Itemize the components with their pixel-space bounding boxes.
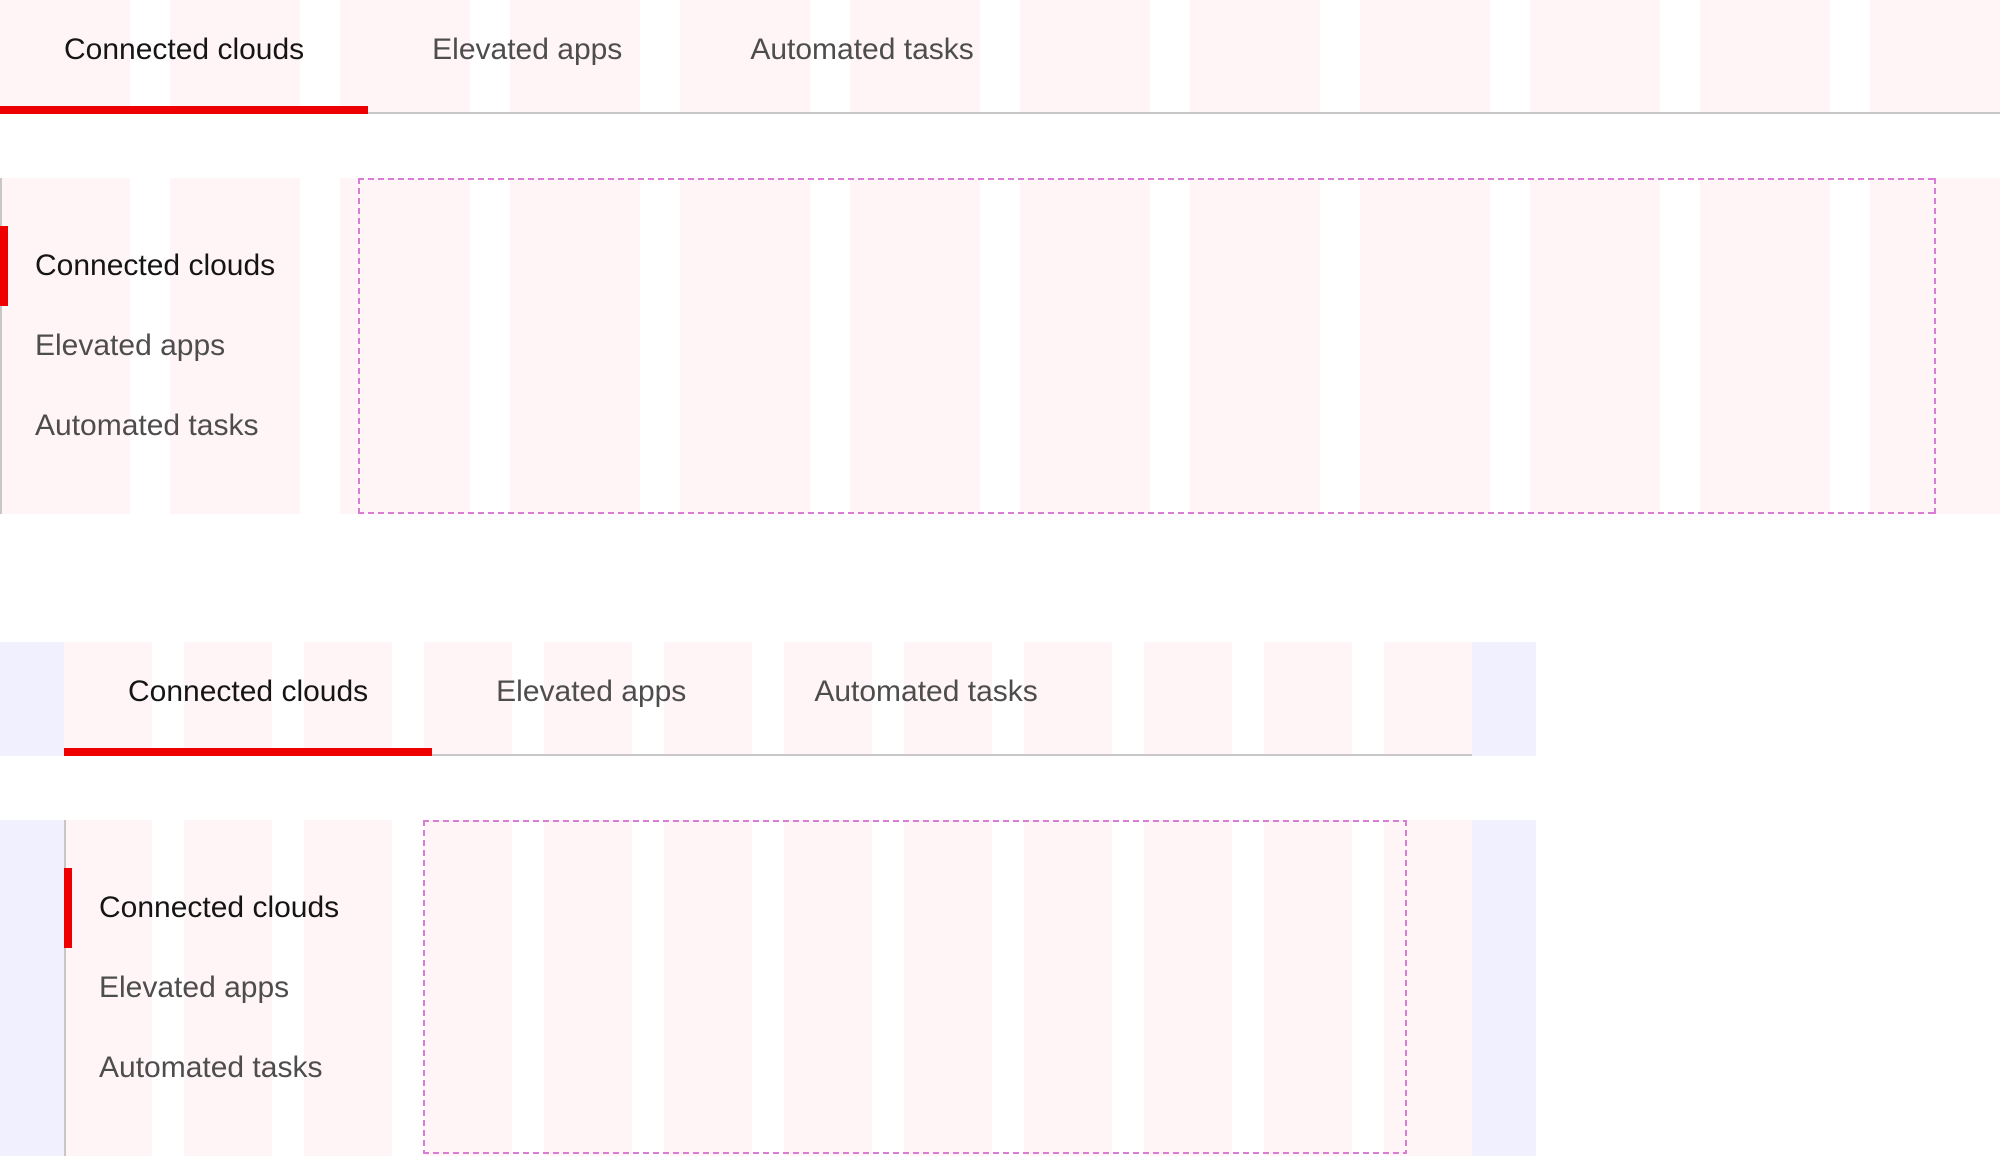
tab-label: Automated tasks [750,33,974,66]
vertical-tabs: Connected clouds Elevated apps Automated… [64,820,364,1156]
panel-outline-top [358,178,1936,180]
tab-label: Connected clouds [35,249,276,282]
active-tab-indicator [64,748,433,756]
vertical-tabs: Connected clouds Elevated apps Automated… [0,178,300,514]
tab-automated-tasks[interactable]: Automated tasks [750,642,1101,756]
vertical-tab-automated-tasks[interactable]: Automated tasks [2,386,300,466]
panel-outline-right [1405,820,1407,1154]
tab-label: Connected clouds [99,891,340,924]
page-margin-left [0,820,64,1156]
tab-elevated-apps[interactable]: Elevated apps [432,642,750,756]
page-margin-right [1472,642,1536,756]
tab-label: Elevated apps [432,33,623,66]
tab-label: Automated tasks [814,675,1038,708]
panel-outline-right [1934,178,1936,514]
tab-panel-placeholder [423,820,1407,1154]
tab-connected-clouds[interactable]: Connected clouds [64,642,433,756]
tab-automated-tasks[interactable]: Automated tasks [686,0,1037,114]
tab-panel-placeholder [358,178,1936,514]
panel-outline-left [358,178,360,514]
tab-elevated-apps[interactable]: Elevated apps [368,0,686,114]
tab-connected-clouds[interactable]: Connected clouds [0,0,369,114]
panel-outline-top [423,820,1407,822]
vertical-tab-connected-clouds[interactable]: Connected clouds [0,226,300,306]
vertical-tab-elevated-apps[interactable]: Elevated apps [66,948,364,1028]
vertical-tab-automated-tasks[interactable]: Automated tasks [66,1028,364,1108]
horizontal-tabs: Connected clouds Elevated apps Automated… [0,0,2000,114]
vertical-tab-elevated-apps[interactable]: Elevated apps [2,306,300,386]
tab-label: Connected clouds [64,33,305,66]
tab-label: Elevated apps [35,329,226,362]
panel-outline-left [423,820,425,1154]
active-tab-indicator [0,226,8,306]
active-tab-indicator [64,868,72,948]
tab-label: Automated tasks [35,409,259,442]
tab-label: Elevated apps [99,971,290,1004]
tab-label: Connected clouds [128,675,369,708]
horizontal-tabs: Connected clouds Elevated apps Automated… [64,642,1472,756]
page-margin-left [0,642,64,756]
vertical-tab-connected-clouds[interactable]: Connected clouds [64,868,364,948]
panel-outline-bottom [423,1152,1407,1154]
active-tab-indicator [0,106,369,114]
tab-label: Elevated apps [496,675,687,708]
tab-label: Automated tasks [99,1051,323,1084]
page-margin-right [1472,820,1536,1156]
panel-outline-bottom [358,512,1936,514]
